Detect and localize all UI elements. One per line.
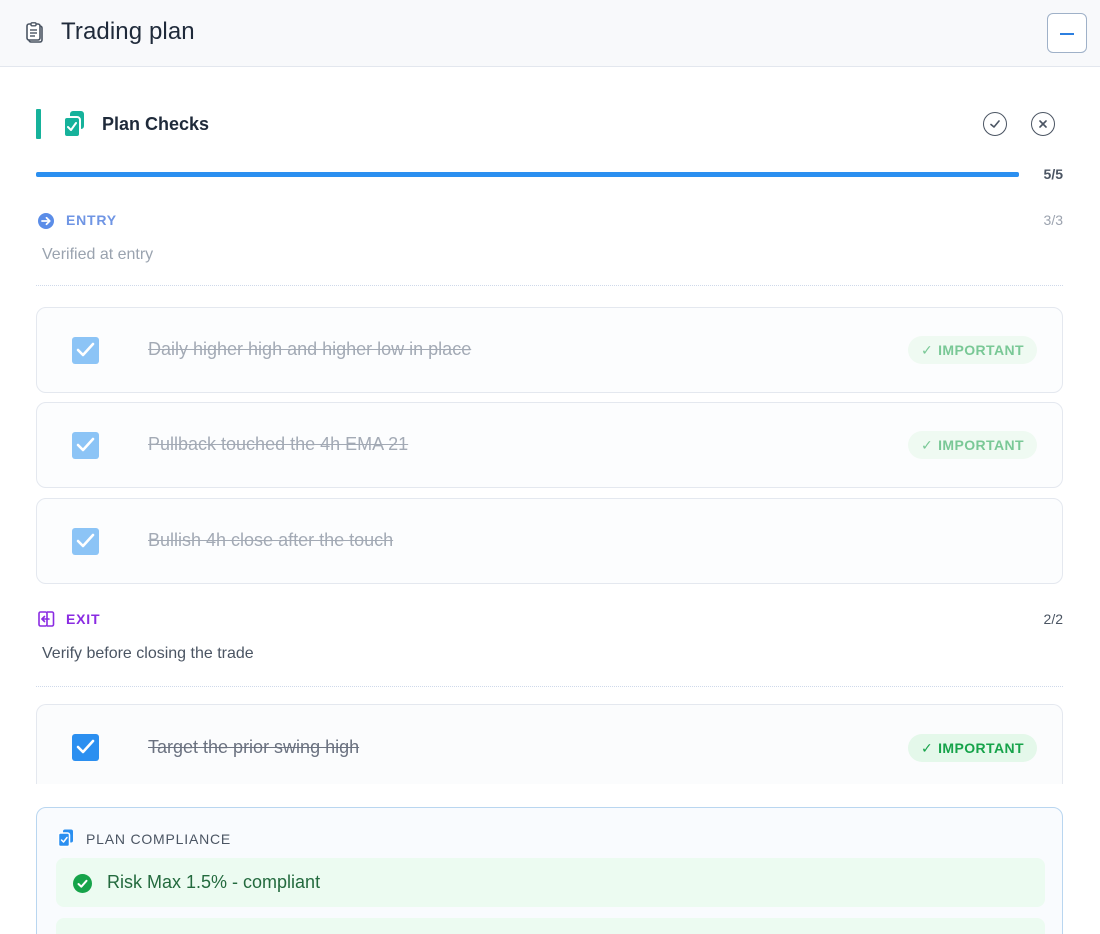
item-checkbox[interactable] bbox=[72, 337, 99, 364]
cancel-button[interactable] bbox=[1031, 112, 1055, 136]
check-icon: ✓ bbox=[921, 437, 934, 453]
section-title-entry: ENTRY bbox=[66, 212, 117, 228]
check-circle-icon bbox=[990, 120, 1000, 128]
clipboard-check-icon bbox=[62, 110, 88, 138]
progress-fill bbox=[36, 172, 1019, 177]
check-icon: ✓ bbox=[921, 342, 934, 358]
checkmark-icon bbox=[76, 533, 95, 548]
important-badge: ✓ IMPORTANT bbox=[908, 734, 1037, 762]
checkmark-icon bbox=[76, 739, 95, 754]
clipboard-check-icon bbox=[57, 829, 75, 848]
section-description-exit: Verify before closing the trade bbox=[42, 645, 254, 662]
accent-bar bbox=[36, 109, 41, 139]
minus-icon bbox=[1060, 33, 1074, 35]
section-title-exit: EXIT bbox=[66, 611, 101, 627]
panel-header: Trading plan bbox=[0, 0, 1100, 67]
compliance-item bbox=[56, 918, 1045, 934]
item-text: Pullback touched the 4h EMA 21 bbox=[148, 434, 409, 454]
check-icon: ✓ bbox=[921, 740, 934, 756]
progress-bar bbox=[36, 172, 1019, 177]
checklist-item: Target the prior swing high ✓ IMPORTANT bbox=[36, 704, 1063, 784]
important-badge: ✓ IMPORTANT bbox=[908, 431, 1037, 459]
item-text: Target the prior swing high bbox=[148, 737, 360, 757]
accept-button[interactable] bbox=[983, 112, 1007, 136]
exit-door-icon bbox=[37, 610, 55, 628]
plan-compliance-panel: PLAN COMPLIANCE Risk Max 1.5% - complian… bbox=[36, 807, 1063, 934]
item-checkbox[interactable] bbox=[72, 734, 99, 761]
section-count-exit: 2/2 bbox=[1043, 611, 1063, 627]
collapse-button[interactable] bbox=[1047, 13, 1087, 53]
x-circle-icon bbox=[1039, 120, 1047, 128]
item-checkbox[interactable] bbox=[72, 432, 99, 459]
arrow-right-circle-icon bbox=[37, 212, 55, 230]
compliance-item: Risk Max 1.5% - compliant bbox=[56, 858, 1045, 907]
progress-label: 5/5 bbox=[1043, 166, 1063, 182]
item-checkbox[interactable] bbox=[72, 528, 99, 555]
section-divider bbox=[36, 686, 1063, 687]
section-count-entry: 3/3 bbox=[1043, 212, 1063, 228]
check-circle-filled-icon bbox=[73, 874, 92, 893]
checklist-item: Daily higher high and higher low in plac… bbox=[36, 307, 1063, 393]
important-badge: ✓ IMPORTANT bbox=[908, 336, 1037, 364]
section-divider bbox=[36, 285, 1063, 286]
item-text: Daily higher high and higher low in plac… bbox=[148, 339, 472, 359]
clipboard-icon bbox=[24, 22, 46, 44]
item-text: Bullish 4h close after the touch bbox=[148, 530, 394, 550]
section-description-entry: Verified at entry bbox=[42, 246, 154, 263]
compliance-title: PLAN COMPLIANCE bbox=[86, 831, 232, 847]
plan-title: Plan Checks bbox=[102, 114, 210, 134]
compliance-item-text: Risk Max 1.5% - compliant bbox=[107, 872, 321, 892]
window-title: Trading plan bbox=[61, 18, 195, 45]
checklist-item: Pullback touched the 4h EMA 21 ✓ IMPORTAN… bbox=[36, 402, 1063, 488]
checklist-item: Bullish 4h close after the touch bbox=[36, 498, 1063, 584]
checkmark-icon bbox=[76, 342, 95, 357]
checkmark-icon bbox=[76, 437, 95, 452]
